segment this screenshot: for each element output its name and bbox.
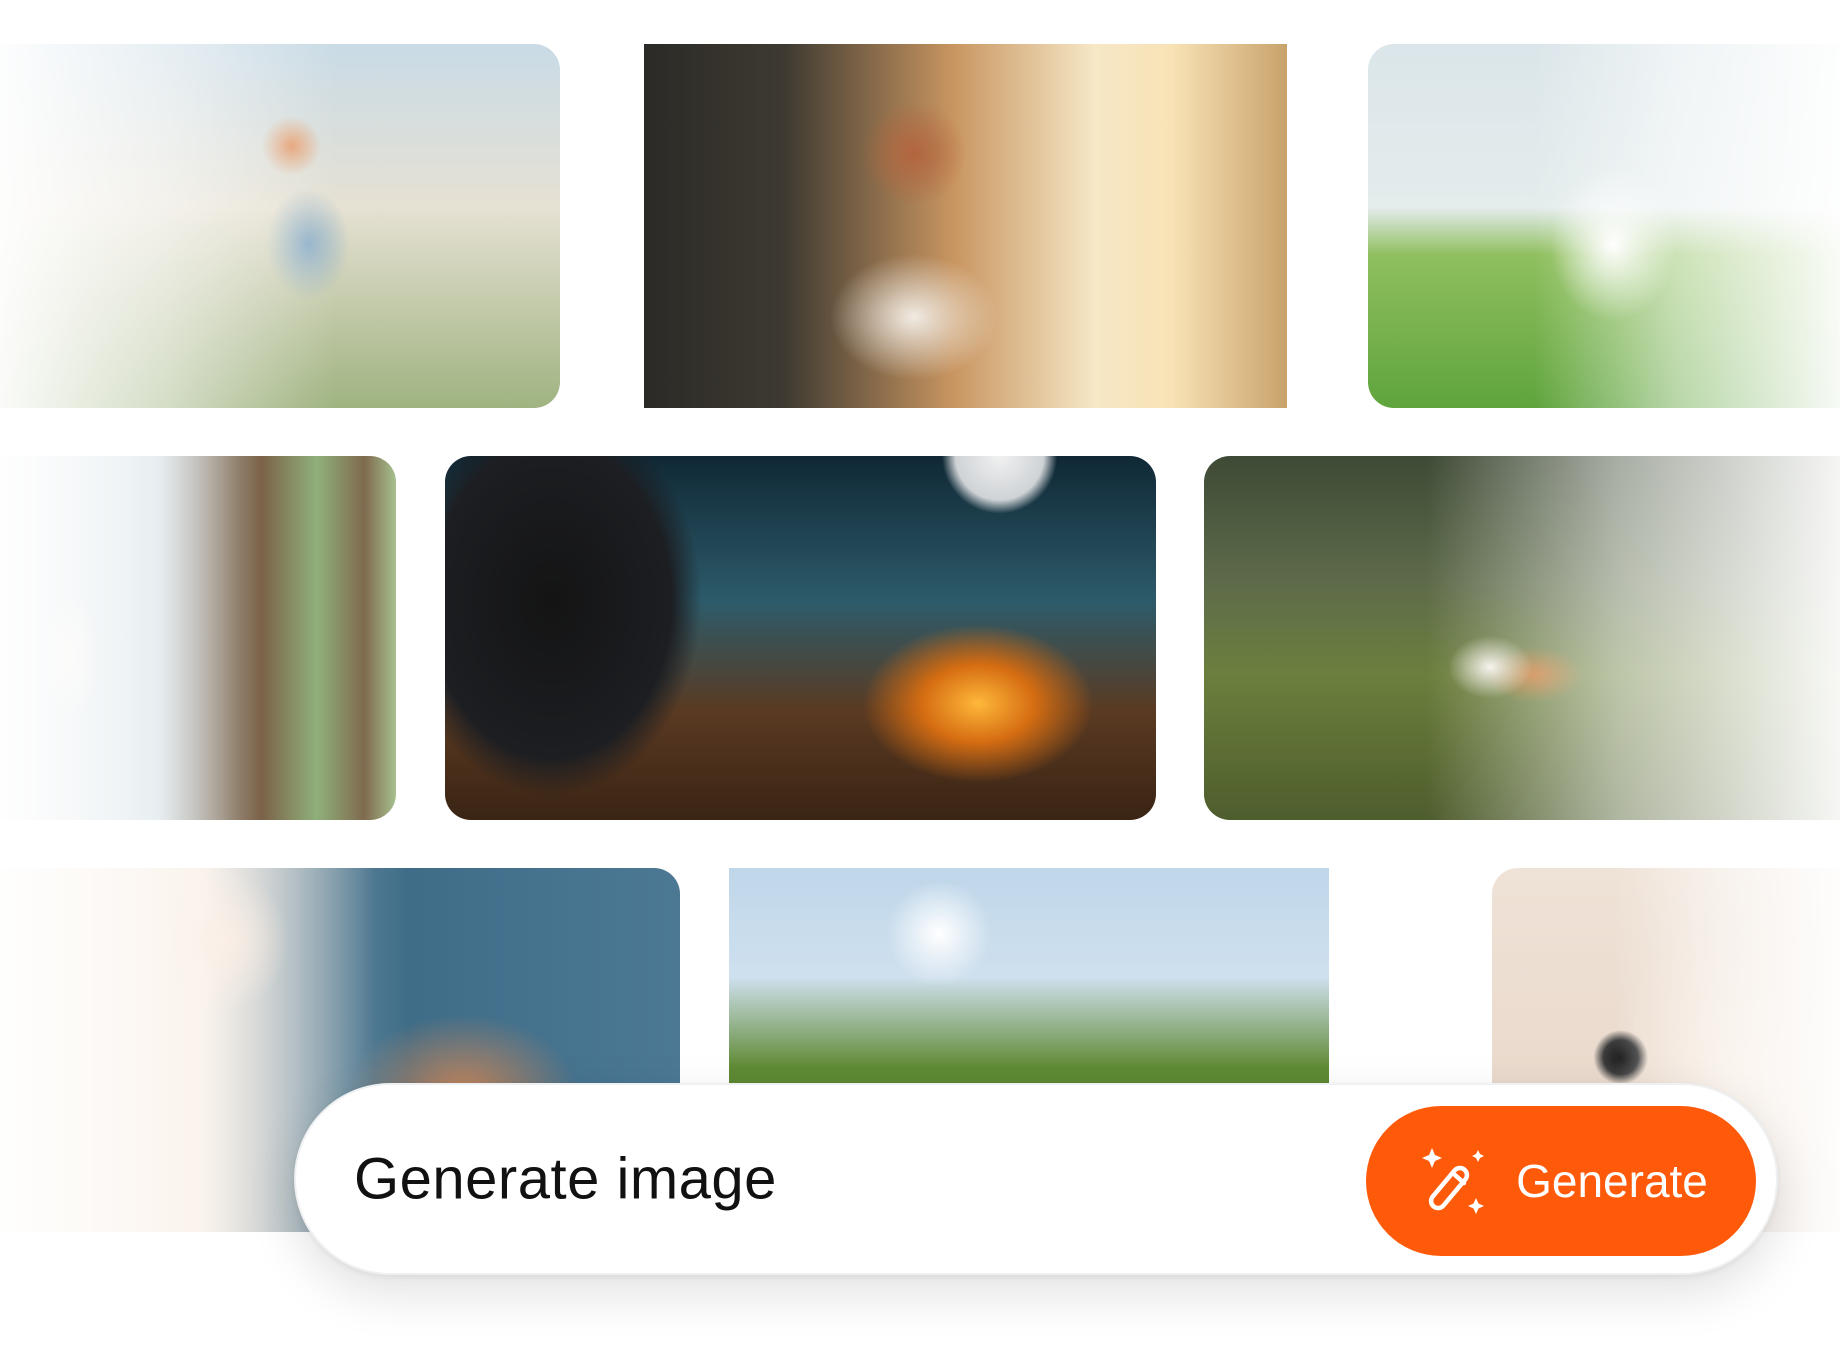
prompt-bar[interactable]: Generate image Generate <box>294 1083 1778 1275</box>
tile-anime-girl-tree[interactable] <box>0 456 396 820</box>
tile-girl-dancing-field[interactable] <box>1368 44 1840 408</box>
tile-anime-girl-lantern[interactable] <box>0 44 560 408</box>
girl-dancing-field-image <box>1368 44 1840 408</box>
tile-woman-reading-classroom[interactable] <box>644 44 1287 408</box>
prompt-input[interactable]: Generate image <box>354 1146 777 1213</box>
generate-button-label: Generate <box>1516 1155 1708 1207</box>
tile-calico-cat-forest[interactable] <box>1204 456 1840 820</box>
generate-button[interactable]: Generate <box>1366 1106 1756 1256</box>
magic-wand-icon <box>1414 1142 1492 1220</box>
anime-girl-lantern-image <box>0 44 560 408</box>
calico-cat-forest-image <box>1204 456 1840 820</box>
black-cat-moon-image <box>445 456 1156 820</box>
tile-black-cat-moon-city[interactable] <box>445 456 1156 820</box>
anime-girl-tree-image <box>0 456 396 820</box>
woman-reading-image <box>644 44 1287 408</box>
